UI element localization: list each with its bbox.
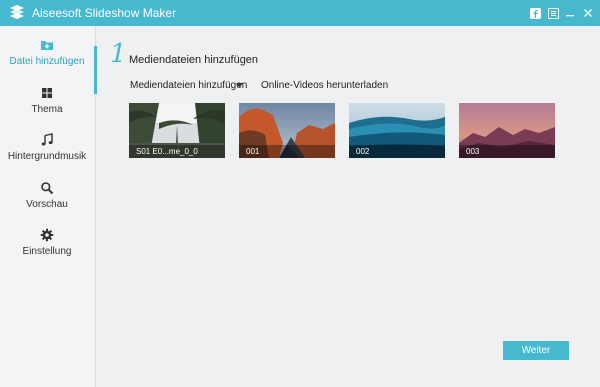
media-thumbnail[interactable]: 002 <box>349 103 445 158</box>
page-title: Mediendateien hinzufügen <box>129 54 259 66</box>
facebook-icon[interactable] <box>528 6 542 20</box>
thumbnail-caption-bar: S01 E0...me_0_0 <box>129 145 225 158</box>
folder-add-icon <box>41 41 53 50</box>
thumbnail-caption: S01 E0...me_0_0 <box>136 147 198 156</box>
app-logo <box>10 5 24 19</box>
sidebar-item-label: Datei hinzufügen <box>9 56 85 67</box>
chevron-down-icon[interactable] <box>236 83 243 88</box>
app-title: Aiseesoft Slideshow Maker <box>32 6 177 20</box>
thumbnail-caption: 002 <box>356 147 370 156</box>
next-button[interactable]: Weiter <box>503 341 569 360</box>
step-number: 1 <box>110 39 127 69</box>
menu-icon[interactable] <box>546 6 560 20</box>
title-bar: Aiseesoft Slideshow Maker <box>0 0 600 26</box>
add-media-dropdown[interactable]: Mediendateien hinzufügen <box>130 80 247 92</box>
close-icon[interactable] <box>581 6 595 20</box>
sidebar-item-label: Einstellung <box>22 246 72 257</box>
thumbnail-caption-bar: 003 <box>459 145 555 158</box>
grid-icon <box>42 88 52 98</box>
sidebar-item-add-file[interactable]: Datei hinzufügen <box>0 38 94 82</box>
download-online-videos-link[interactable]: Online-Videos herunterladen <box>261 80 388 92</box>
music-note-icon <box>41 133 53 146</box>
search-icon <box>41 182 54 195</box>
media-thumbnail[interactable]: 001 <box>239 103 335 158</box>
sidebar-item-label: Vorschau <box>26 199 68 210</box>
sidebar-item-theme[interactable]: Thema <box>0 86 94 130</box>
sidebar-item-label: Thema <box>31 104 63 115</box>
sidebar: Datei hinzufügen Thema Hintergrundmusik … <box>0 26 97 387</box>
thumbnail-caption-bar: 001 <box>239 145 335 158</box>
minimize-icon[interactable] <box>563 6 577 20</box>
sidebar-item-settings[interactable]: Einstellung <box>0 228 94 272</box>
thumbnail-caption-bar: 002 <box>349 145 445 158</box>
thumbnail-caption: 001 <box>246 147 260 156</box>
sidebar-item-preview[interactable]: Vorschau <box>0 181 94 225</box>
sidebar-item-music[interactable]: Hintergrundmusik <box>0 133 94 177</box>
gear-icon <box>40 228 54 242</box>
media-thumbnail[interactable]: 003 <box>459 103 555 158</box>
sidebar-active-indicator <box>94 46 97 94</box>
thumbnail-caption: 003 <box>466 147 480 156</box>
media-thumbnail[interactable]: S01 E0...me_0_0 <box>129 103 225 158</box>
sidebar-item-label: Hintergrundmusik <box>7 151 87 162</box>
